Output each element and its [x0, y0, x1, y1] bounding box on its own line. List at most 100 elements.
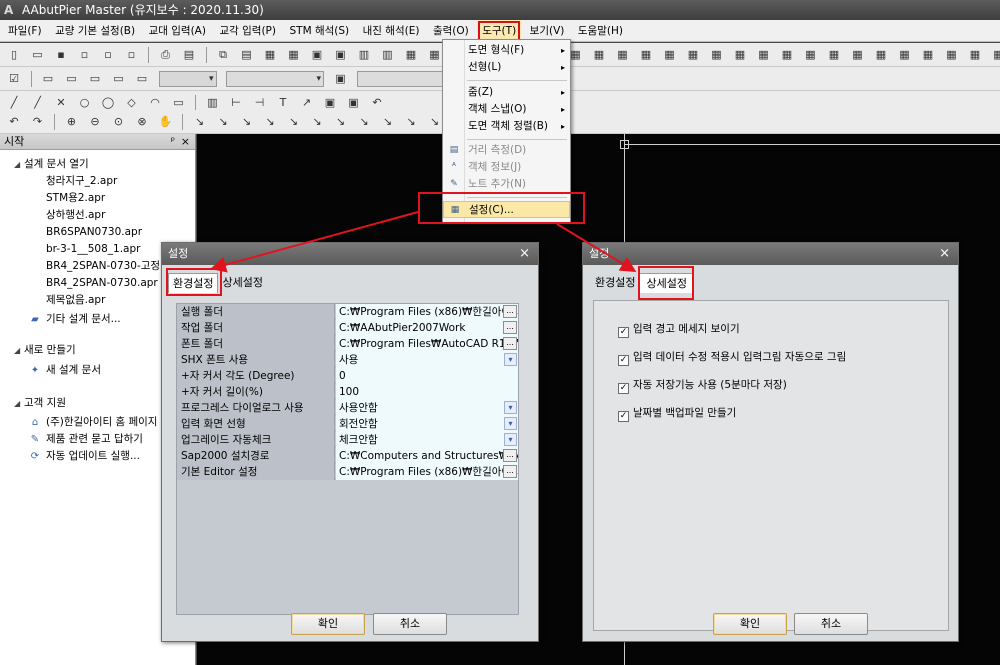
- browse-button[interactable]: ...: [503, 305, 517, 318]
- tab-general-settings[interactable]: 환경설정: [591, 273, 639, 293]
- snap3-icon[interactable]: ↘: [239, 114, 255, 130]
- property-value[interactable]: 100: [336, 384, 518, 400]
- close-icon[interactable]: ×: [181, 134, 190, 150]
- option-auto-save[interactable]: ✓ 자동 저장기능 사용 (5분마다 저장): [618, 378, 787, 394]
- cross-icon[interactable]: ✕: [53, 95, 69, 111]
- pin-icon[interactable]: ᵖ: [171, 134, 175, 150]
- snap5-icon[interactable]: ↘: [286, 114, 302, 130]
- menu-item-measure-distance[interactable]: ▤ 거리 측정(D): [443, 142, 570, 159]
- table27-icon[interactable]: ▦: [991, 47, 1000, 63]
- save-icon[interactable]: ▪: [53, 47, 69, 63]
- auto-update-link[interactable]: ⟳ 자동 업데이트 실행...: [28, 448, 140, 464]
- tab-detail-settings[interactable]: 상세설정: [218, 273, 266, 293]
- table-icon[interactable]: ▦: [262, 47, 278, 63]
- snap10-icon[interactable]: ↘: [403, 114, 419, 130]
- table15-icon[interactable]: ▦: [709, 47, 725, 63]
- text-icon[interactable]: T: [275, 95, 291, 111]
- save-as-icon[interactable]: ▫: [100, 47, 116, 63]
- layer-combo[interactable]: [158, 71, 217, 87]
- browse-button[interactable]: ...: [503, 321, 517, 334]
- checkbox-icon[interactable]: ☑: [6, 71, 22, 87]
- new-file-icon[interactable]: ▯: [6, 47, 22, 63]
- rect-icon[interactable]: ▭: [171, 95, 187, 111]
- menu-item-object-snap[interactable]: 객체 스냅(O) ▸: [443, 101, 570, 118]
- frame-icon[interactable]: ▣: [309, 47, 325, 63]
- table22-icon[interactable]: ▦: [873, 47, 889, 63]
- checkbox-checked-icon[interactable]: ✓: [618, 383, 629, 394]
- property-value[interactable]: 사용 ▾: [336, 352, 518, 368]
- cancel-button[interactable]: 취소: [373, 613, 447, 635]
- arc-icon[interactable]: ◠: [147, 95, 163, 111]
- tab-detail-settings[interactable]: 상세설정: [639, 273, 694, 293]
- ok-button[interactable]: 확인: [713, 613, 787, 635]
- menu-help[interactable]: 도움말(H): [573, 20, 628, 42]
- paste-icon[interactable]: ▤: [239, 47, 255, 63]
- diamond-icon[interactable]: ◇: [124, 95, 140, 111]
- zoom-window-icon[interactable]: ⊙: [111, 114, 127, 130]
- block-icon[interactable]: ▣: [322, 95, 338, 111]
- property-value[interactable]: C:₩Program Files (x86)₩한길아이티...: [336, 464, 518, 480]
- recent-file-item[interactable]: 청라지구_2.apr: [46, 173, 117, 189]
- recent-file-item[interactable]: 제목없음.apr: [46, 292, 105, 308]
- dropdown-arrow-icon[interactable]: ▾: [504, 401, 517, 414]
- qna-link[interactable]: ✎ 제품 관련 묻고 답하기: [28, 431, 143, 447]
- dropdown-arrow-icon[interactable]: ▾: [504, 353, 517, 366]
- property-value[interactable]: 체크안함 ▾: [336, 432, 518, 448]
- undo-arc-icon[interactable]: ↶: [369, 95, 385, 111]
- table14-icon[interactable]: ▦: [685, 47, 701, 63]
- format4-icon[interactable]: ▭: [111, 71, 127, 87]
- redo-icon[interactable]: ↷: [30, 114, 46, 130]
- open-folder-icon[interactable]: ▭: [30, 47, 46, 63]
- table18-icon[interactable]: ▦: [779, 47, 795, 63]
- table13-icon[interactable]: ▦: [662, 47, 678, 63]
- snap4-icon[interactable]: ↘: [262, 114, 278, 130]
- snap9-icon[interactable]: ↘: [380, 114, 396, 130]
- property-value[interactable]: 회전안함 ▾: [336, 416, 518, 432]
- option-input-warning[interactable]: ✓ 입력 경고 메세지 보이기: [618, 322, 740, 338]
- table3-icon[interactable]: ▦: [427, 47, 443, 63]
- property-value[interactable]: C:₩Program Files₩AutoCAD R14₩...: [336, 336, 518, 352]
- snap11-icon[interactable]: ↘: [427, 114, 443, 130]
- other-design-docs-link[interactable]: ▰ 기타 설계 문서...: [28, 311, 121, 327]
- ok-button[interactable]: 확인: [291, 613, 365, 635]
- print-icon[interactable]: ⎙: [158, 47, 174, 63]
- grid-icon[interactable]: ▦: [286, 47, 302, 63]
- zoom-in-icon[interactable]: ⊕: [64, 114, 80, 130]
- menu-item-settings[interactable]: ▦ 설정(C)...: [443, 201, 570, 218]
- checkbox-checked-icon[interactable]: ✓: [618, 411, 629, 422]
- menu-item-drawing-format[interactable]: 도면 형식(F) ▸: [443, 42, 570, 59]
- format3-icon[interactable]: ▭: [87, 71, 103, 87]
- layer-icon[interactable]: ▥: [356, 47, 372, 63]
- menu-item-add-note[interactable]: ✎ 노트 추가(N): [443, 176, 570, 193]
- menu-seismic-analysis[interactable]: 내진 해석(E): [358, 20, 425, 42]
- snap8-icon[interactable]: ↘: [356, 114, 372, 130]
- checkbox-checked-icon[interactable]: ✓: [618, 327, 629, 338]
- polyline-icon[interactable]: ╱: [30, 95, 46, 111]
- cancel-button[interactable]: 취소: [794, 613, 868, 635]
- ellipse-icon[interactable]: ◯: [100, 95, 116, 111]
- browse-button[interactable]: ...: [503, 449, 517, 462]
- property-value[interactable]: C:₩AAbutPier2007Work...: [336, 320, 518, 336]
- frame2-icon[interactable]: ▣: [333, 47, 349, 63]
- block2-icon[interactable]: ▣: [346, 95, 362, 111]
- leader-icon[interactable]: ↗: [299, 95, 315, 111]
- tab-general-settings[interactable]: 환경설정: [168, 273, 219, 293]
- new-design-doc-link[interactable]: ✦ 새 설계 문서: [28, 362, 101, 378]
- circle-icon[interactable]: ○: [77, 95, 93, 111]
- browse-button[interactable]: ...: [503, 337, 517, 350]
- menu-item-object-info[interactable]: ᴬ 객체 정보(J): [443, 159, 570, 176]
- dropdown-arrow-icon[interactable]: ▾: [504, 433, 517, 446]
- table26-icon[interactable]: ▦: [967, 47, 983, 63]
- table2-icon[interactable]: ▦: [403, 47, 419, 63]
- export-icon[interactable]: ▫: [124, 47, 140, 63]
- table17-icon[interactable]: ▦: [756, 47, 772, 63]
- browse-button[interactable]: ...: [503, 465, 517, 478]
- linetype-combo[interactable]: [226, 71, 324, 87]
- format5-icon[interactable]: ▭: [134, 71, 150, 87]
- layer2-icon[interactable]: ▥: [380, 47, 396, 63]
- hatch-icon[interactable]: ▥: [205, 95, 221, 111]
- property-value[interactable]: C:₩Computers and Structures₩SAP...: [336, 448, 518, 464]
- format2-icon[interactable]: ▭: [64, 71, 80, 87]
- option-daily-backup[interactable]: ✓ 날짜별 백업파일 만들기: [618, 406, 736, 422]
- menu-bridge-basic-settings[interactable]: 교량 기본 설정(B): [50, 20, 140, 42]
